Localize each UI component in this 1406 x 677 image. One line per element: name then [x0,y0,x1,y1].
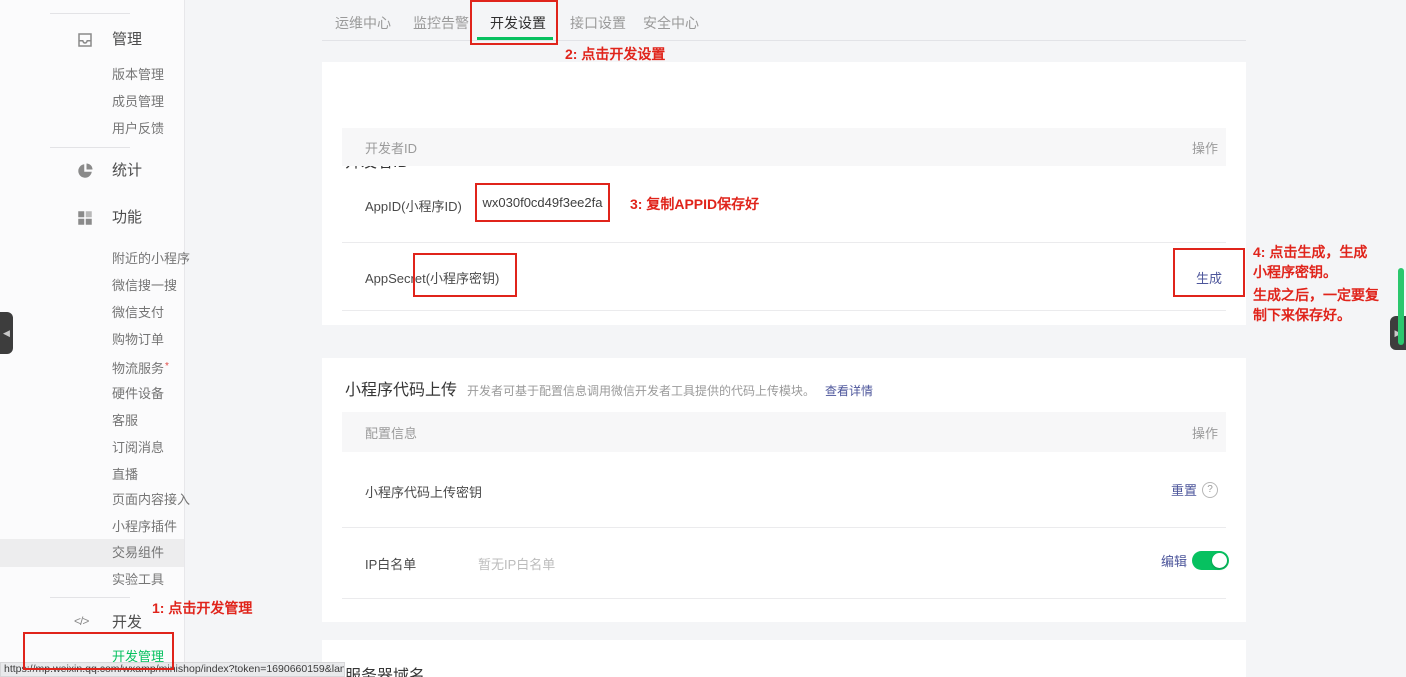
sidebar-item-miniprogram-plugin[interactable]: 小程序插件 [112,518,177,536]
sidebar-item-trade-component[interactable]: 交易组件 [112,544,164,562]
sidebar-section-manage[interactable]: 管理 [112,30,142,50]
sidebar-item-subscribe-message[interactable]: 订阅消息 [112,439,164,457]
annotation-box-dev-settings-tab [470,0,558,45]
annotation-box-appsecret [413,253,517,297]
reset-link[interactable]: 重置 [1171,480,1197,499]
row-divider [342,598,1226,599]
sidebar-divider [50,597,130,598]
upload-key-actions: 重置 ? [1171,480,1218,499]
ip-whitelist-actions: 编辑 [1161,551,1229,570]
inbox-icon [76,31,94,49]
column-config-info: 配置信息 [365,423,417,442]
sidebar-item-shopping-orders[interactable]: 购物订单 [112,331,164,349]
sidebar-divider [50,147,130,148]
annotation-box-generate [1173,248,1245,297]
ip-whitelist-value: 暂无IP白名单 [478,554,555,573]
grid-icon [76,209,94,227]
code-icon: </> [74,614,88,628]
code-upload-desc: 开发者可基于配置信息调用微信开发者工具提供的代码上传模块。 [467,382,815,399]
sidebar-item-logistics-service[interactable]: 物流服务* [112,358,169,376]
ip-whitelist-label: IP白名单 [365,554,416,573]
tab-api-settings[interactable]: 接口设置 [570,14,626,32]
code-upload-card: 小程序代码上传 开发者可基于配置信息调用微信开发者工具提供的代码上传模块。 查看… [322,358,1246,622]
sidebar-item-wechat-pay[interactable]: 微信支付 [112,304,164,322]
sidebar-item-page-content-access[interactable]: 页面内容接入 [112,491,190,509]
annotation-step4-line2: 小程序密钥。 [1253,262,1405,282]
sidebar-item-version-manage[interactable]: 版本管理 [112,66,164,84]
sidebar-section-stats[interactable]: 统计 [112,161,142,181]
tab-ops-center[interactable]: 运维中心 [335,14,391,32]
sidebar: 管理 版本管理 成员管理 用户反馈 统计 功能 附近的小程序 微信搜一搜 微信支… [0,0,185,677]
sidebar-item-user-feedback[interactable]: 用户反馈 [112,120,164,138]
code-upload-title: 小程序代码上传 [345,376,457,400]
annotation-step4-line4: 制下来保存好。 [1253,305,1405,325]
tab-security-center[interactable]: 安全中心 [643,14,699,32]
column-action: 操作 [1192,138,1218,157]
annotation-step3: 3: 复制APPID保存好 [630,194,759,214]
sidebar-item-nearby-miniprogram[interactable]: 附近的小程序 [112,250,190,268]
sidebar-item-wechat-search[interactable]: 微信搜一搜 [112,277,177,295]
annotation-box-appid [475,183,610,222]
collapse-left-handle[interactable]: ◀ [0,312,13,354]
chevron-left-icon: ◀ [3,328,10,339]
sidebar-item-customer-service[interactable]: 客服 [112,412,138,430]
sidebar-item-experiment-tools[interactable]: 实验工具 [112,571,164,589]
row-divider [342,527,1226,528]
edit-link[interactable]: 编辑 [1161,551,1187,570]
annotation-step2: 2: 点击开发设置 [565,44,665,64]
sidebar-divider [50,13,130,14]
tab-monitor-alert[interactable]: 监控告警 [413,14,469,32]
server-domain-card: 服务器域名 [322,640,1246,677]
annotation-step4-line1: 4: 点击生成，生成 [1253,242,1405,262]
sidebar-section-features[interactable]: 功能 [112,208,142,228]
annotation-step1: 1: 点击开发管理 [152,598,252,618]
row-divider [342,242,1226,243]
annotation-box-dev-manage [23,632,174,670]
upload-key-label: 小程序代码上传密钥 [365,482,482,501]
view-details-link[interactable]: 查看详情 [825,382,873,399]
toggle-knob [1212,553,1227,568]
wechat-miniprogram-admin-screen: 管理 版本管理 成员管理 用户反馈 统计 功能 附近的小程序 微信搜一搜 微信支… [0,0,1406,677]
sidebar-item-hardware-device[interactable]: 硬件设备 [112,385,164,403]
column-developer-id: 开发者ID [365,138,417,157]
sidebar-item-live[interactable]: 直播 [112,466,138,484]
row-divider [342,310,1226,311]
annotation-step4-line3: 生成之后，一定要复 [1253,285,1405,305]
ip-whitelist-toggle[interactable] [1192,551,1229,570]
code-upload-table-header: 配置信息 操作 [342,412,1226,452]
developer-id-table-header: 开发者ID 操作 [342,128,1226,166]
column-action: 操作 [1192,423,1218,442]
help-icon[interactable]: ? [1202,482,1218,498]
server-domain-title: 服务器域名 [345,662,425,677]
tabbar-divider [322,40,1246,41]
annotation-step4: 4: 点击生成，生成 小程序密钥。 生成之后，一定要复 制下来保存好。 [1253,242,1405,325]
pie-chart-icon [76,162,94,180]
appid-label: AppID(小程序ID) [365,196,462,215]
sidebar-section-dev[interactable]: 开发 [112,613,142,633]
sidebar-item-member-manage[interactable]: 成员管理 [112,93,164,111]
new-badge: * [165,361,169,372]
sidebar-item-label: 物流服务 [112,361,164,376]
